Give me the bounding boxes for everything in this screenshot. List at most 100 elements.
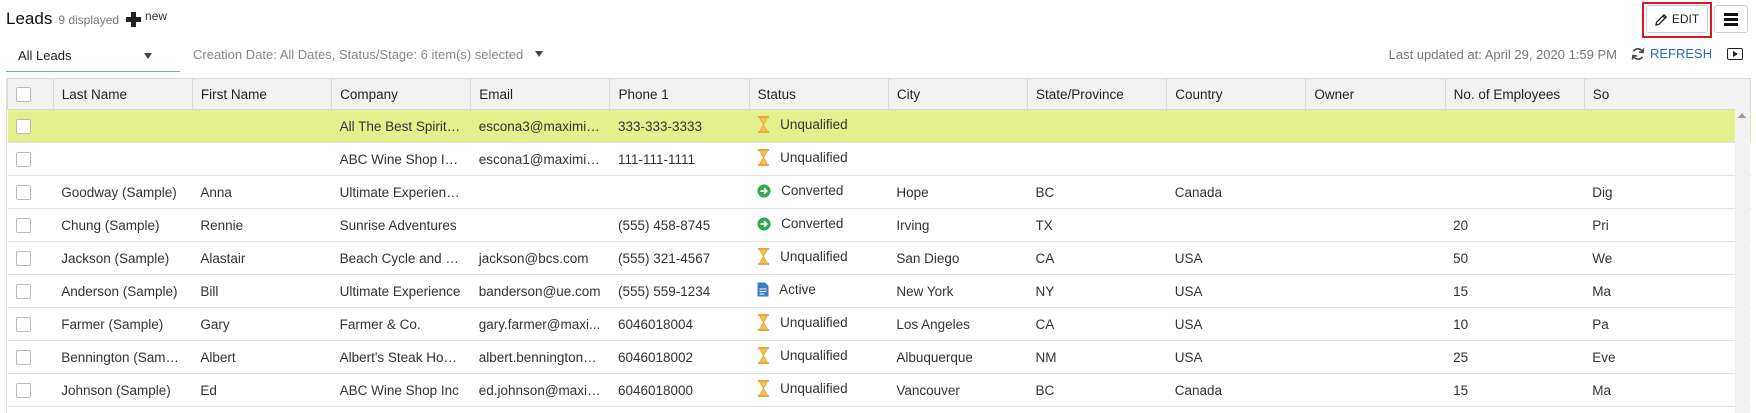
state-cell: TX bbox=[1027, 208, 1167, 242]
column-header[interactable]: So bbox=[1583, 78, 1751, 110]
city-cell: Los Angeles bbox=[888, 307, 1028, 341]
row-select-cell[interactable] bbox=[7, 373, 54, 407]
edit-button[interactable]: EDIT bbox=[1646, 5, 1708, 33]
company-cell: Ultimate Experience bbox=[331, 274, 471, 308]
table-row[interactable]: Anderson (Sample) Bill Ultimate Experience… bbox=[7, 274, 1751, 308]
status-cell: Unqualified bbox=[749, 307, 889, 341]
table-row[interactable]: Goodway (Sample) Anna Ultimate Experience.… bbox=[7, 175, 1751, 209]
city-cell: Albuquerque bbox=[888, 340, 1028, 374]
employees-cell bbox=[1445, 175, 1585, 209]
vertical-scrollbar[interactable] bbox=[1735, 108, 1750, 413]
status-text: Unqualified bbox=[780, 117, 848, 132]
column-header[interactable]: City bbox=[887, 78, 1029, 110]
table-row[interactable]: Jackson (Sample) Alastair Beach Cycle and … bbox=[7, 241, 1751, 275]
row-select-cell[interactable] bbox=[7, 208, 54, 242]
email-cell: ed.johnson@maxim... bbox=[470, 373, 610, 407]
column-header[interactable]: Owner bbox=[1305, 78, 1446, 110]
page-header: Leads 9 displayed new bbox=[6, 8, 167, 32]
row-checkbox[interactable] bbox=[15, 151, 31, 167]
last-name-cell: Goodway (Sample) bbox=[53, 175, 193, 209]
last-updated: Last updated at: April 29, 2020 1:59 PM bbox=[1388, 47, 1617, 62]
column-header[interactable]: No. of Employees bbox=[1444, 78, 1585, 110]
select-all-checkbox[interactable] bbox=[16, 86, 31, 102]
state-cell bbox=[1027, 142, 1167, 176]
hamburger-icon bbox=[1724, 13, 1738, 26]
scroll-up-arrow-icon[interactable] bbox=[1738, 113, 1746, 118]
email-cell: escona1@maximiz... bbox=[470, 142, 610, 176]
column-header[interactable]: First Name bbox=[191, 78, 333, 110]
city-cell bbox=[888, 109, 1028, 143]
status-cell: Unqualified bbox=[749, 373, 889, 407]
company-cell: Ultimate Experience. bbox=[331, 175, 471, 209]
row-select-cell[interactable] bbox=[7, 142, 54, 176]
row-checkbox[interactable] bbox=[15, 316, 31, 332]
row-select-cell[interactable] bbox=[7, 274, 54, 308]
table-row[interactable]: Johnson (Sample) Ed ABC Wine Shop Inc ed.jo… bbox=[7, 373, 1751, 407]
email-cell bbox=[470, 208, 610, 242]
source-cell bbox=[1584, 142, 1751, 176]
table-row[interactable]: Farmer (Sample) Gary Farmer & Co. gary.farm… bbox=[7, 307, 1751, 341]
row-select-cell[interactable] bbox=[7, 307, 54, 341]
column-header[interactable]: Last Name bbox=[52, 78, 193, 110]
record-count: 9 displayed bbox=[58, 13, 120, 27]
table-row[interactable]: All The Best Spirits ... escona3@maximiz.… bbox=[7, 109, 1751, 143]
row-checkbox[interactable] bbox=[15, 250, 31, 266]
select-all-cell[interactable] bbox=[7, 78, 54, 110]
row-select-cell[interactable] bbox=[7, 340, 54, 374]
leads-grid: Last Name First Name Company Email Phone… bbox=[6, 78, 1751, 413]
row-select-cell[interactable] bbox=[7, 109, 54, 143]
last-name-cell: Bennington (Sample) bbox=[53, 340, 193, 374]
converted-arrow-icon bbox=[757, 184, 776, 198]
view-select[interactable]: All Leads bbox=[6, 44, 180, 72]
company-cell: All The Best Spirits ... bbox=[331, 109, 471, 143]
status-text: Converted bbox=[781, 183, 844, 199]
row-select-cell[interactable] bbox=[7, 241, 54, 275]
column-header[interactable]: State/Province bbox=[1027, 78, 1168, 110]
row-checkbox[interactable] bbox=[15, 349, 31, 365]
column-header[interactable]: Phone 1 bbox=[609, 78, 750, 110]
row-checkbox[interactable] bbox=[15, 382, 31, 398]
country-cell bbox=[1166, 208, 1306, 242]
refresh-icon bbox=[1631, 47, 1645, 60]
refresh-button[interactable]: REFRESH bbox=[1631, 46, 1712, 61]
status-cell: Unqualified bbox=[749, 142, 889, 176]
first-name-cell: Alastair bbox=[192, 241, 332, 275]
plus-icon bbox=[125, 11, 142, 27]
source-cell: Eve bbox=[1584, 340, 1751, 374]
email-cell: albert.bennington@... bbox=[470, 340, 610, 374]
column-header[interactable]: Status bbox=[748, 78, 889, 110]
table-row[interactable]: ABC Wine Shop Inc.... escona1@maximiz... 1… bbox=[7, 142, 1751, 176]
email-cell: banderson@ue.com bbox=[470, 274, 610, 308]
country-cell: USA bbox=[1166, 274, 1306, 308]
column-header[interactable]: Email bbox=[470, 78, 611, 110]
status-text: Unqualified bbox=[780, 315, 848, 330]
hourglass-icon bbox=[757, 149, 775, 166]
filter-summary[interactable]: Creation Date: All Dates, Status/Stage: … bbox=[193, 47, 543, 62]
state-cell: BC bbox=[1027, 373, 1167, 407]
document-icon bbox=[757, 282, 774, 297]
column-header[interactable]: Country bbox=[1166, 78, 1307, 110]
status-cell: Unqualified bbox=[749, 340, 889, 374]
new-lead-button[interactable]: new bbox=[125, 8, 167, 27]
employees-cell: 10 bbox=[1445, 307, 1585, 341]
row-checkbox[interactable] bbox=[15, 283, 31, 299]
row-checkbox[interactable] bbox=[15, 184, 31, 200]
row-checkbox[interactable] bbox=[15, 118, 31, 134]
row-checkbox[interactable] bbox=[15, 217, 31, 233]
city-cell bbox=[888, 142, 1028, 176]
employees-cell: 15 bbox=[1445, 373, 1585, 407]
menu-button[interactable] bbox=[1714, 5, 1748, 33]
slideshow-icon[interactable] bbox=[1727, 48, 1743, 60]
phone-cell: (555) 559-1234 bbox=[609, 274, 750, 308]
row-select-cell[interactable] bbox=[7, 175, 54, 209]
status-cell: Active bbox=[749, 274, 889, 308]
status-text: Unqualified bbox=[780, 150, 848, 165]
owner-cell bbox=[1305, 142, 1446, 176]
company-cell: Farmer & Co. bbox=[331, 307, 471, 341]
phone-cell: 111-111-1111 bbox=[609, 142, 750, 176]
table-row[interactable]: Chung (Sample) Rennie Sunrise Adventures (5… bbox=[7, 208, 1751, 242]
table-row[interactable]: Bennington (Sample) Albert Albert's Steak … bbox=[7, 340, 1751, 374]
column-header[interactable]: Company bbox=[331, 78, 472, 110]
status-text: Unqualified bbox=[780, 348, 848, 363]
phone-cell bbox=[609, 175, 750, 209]
